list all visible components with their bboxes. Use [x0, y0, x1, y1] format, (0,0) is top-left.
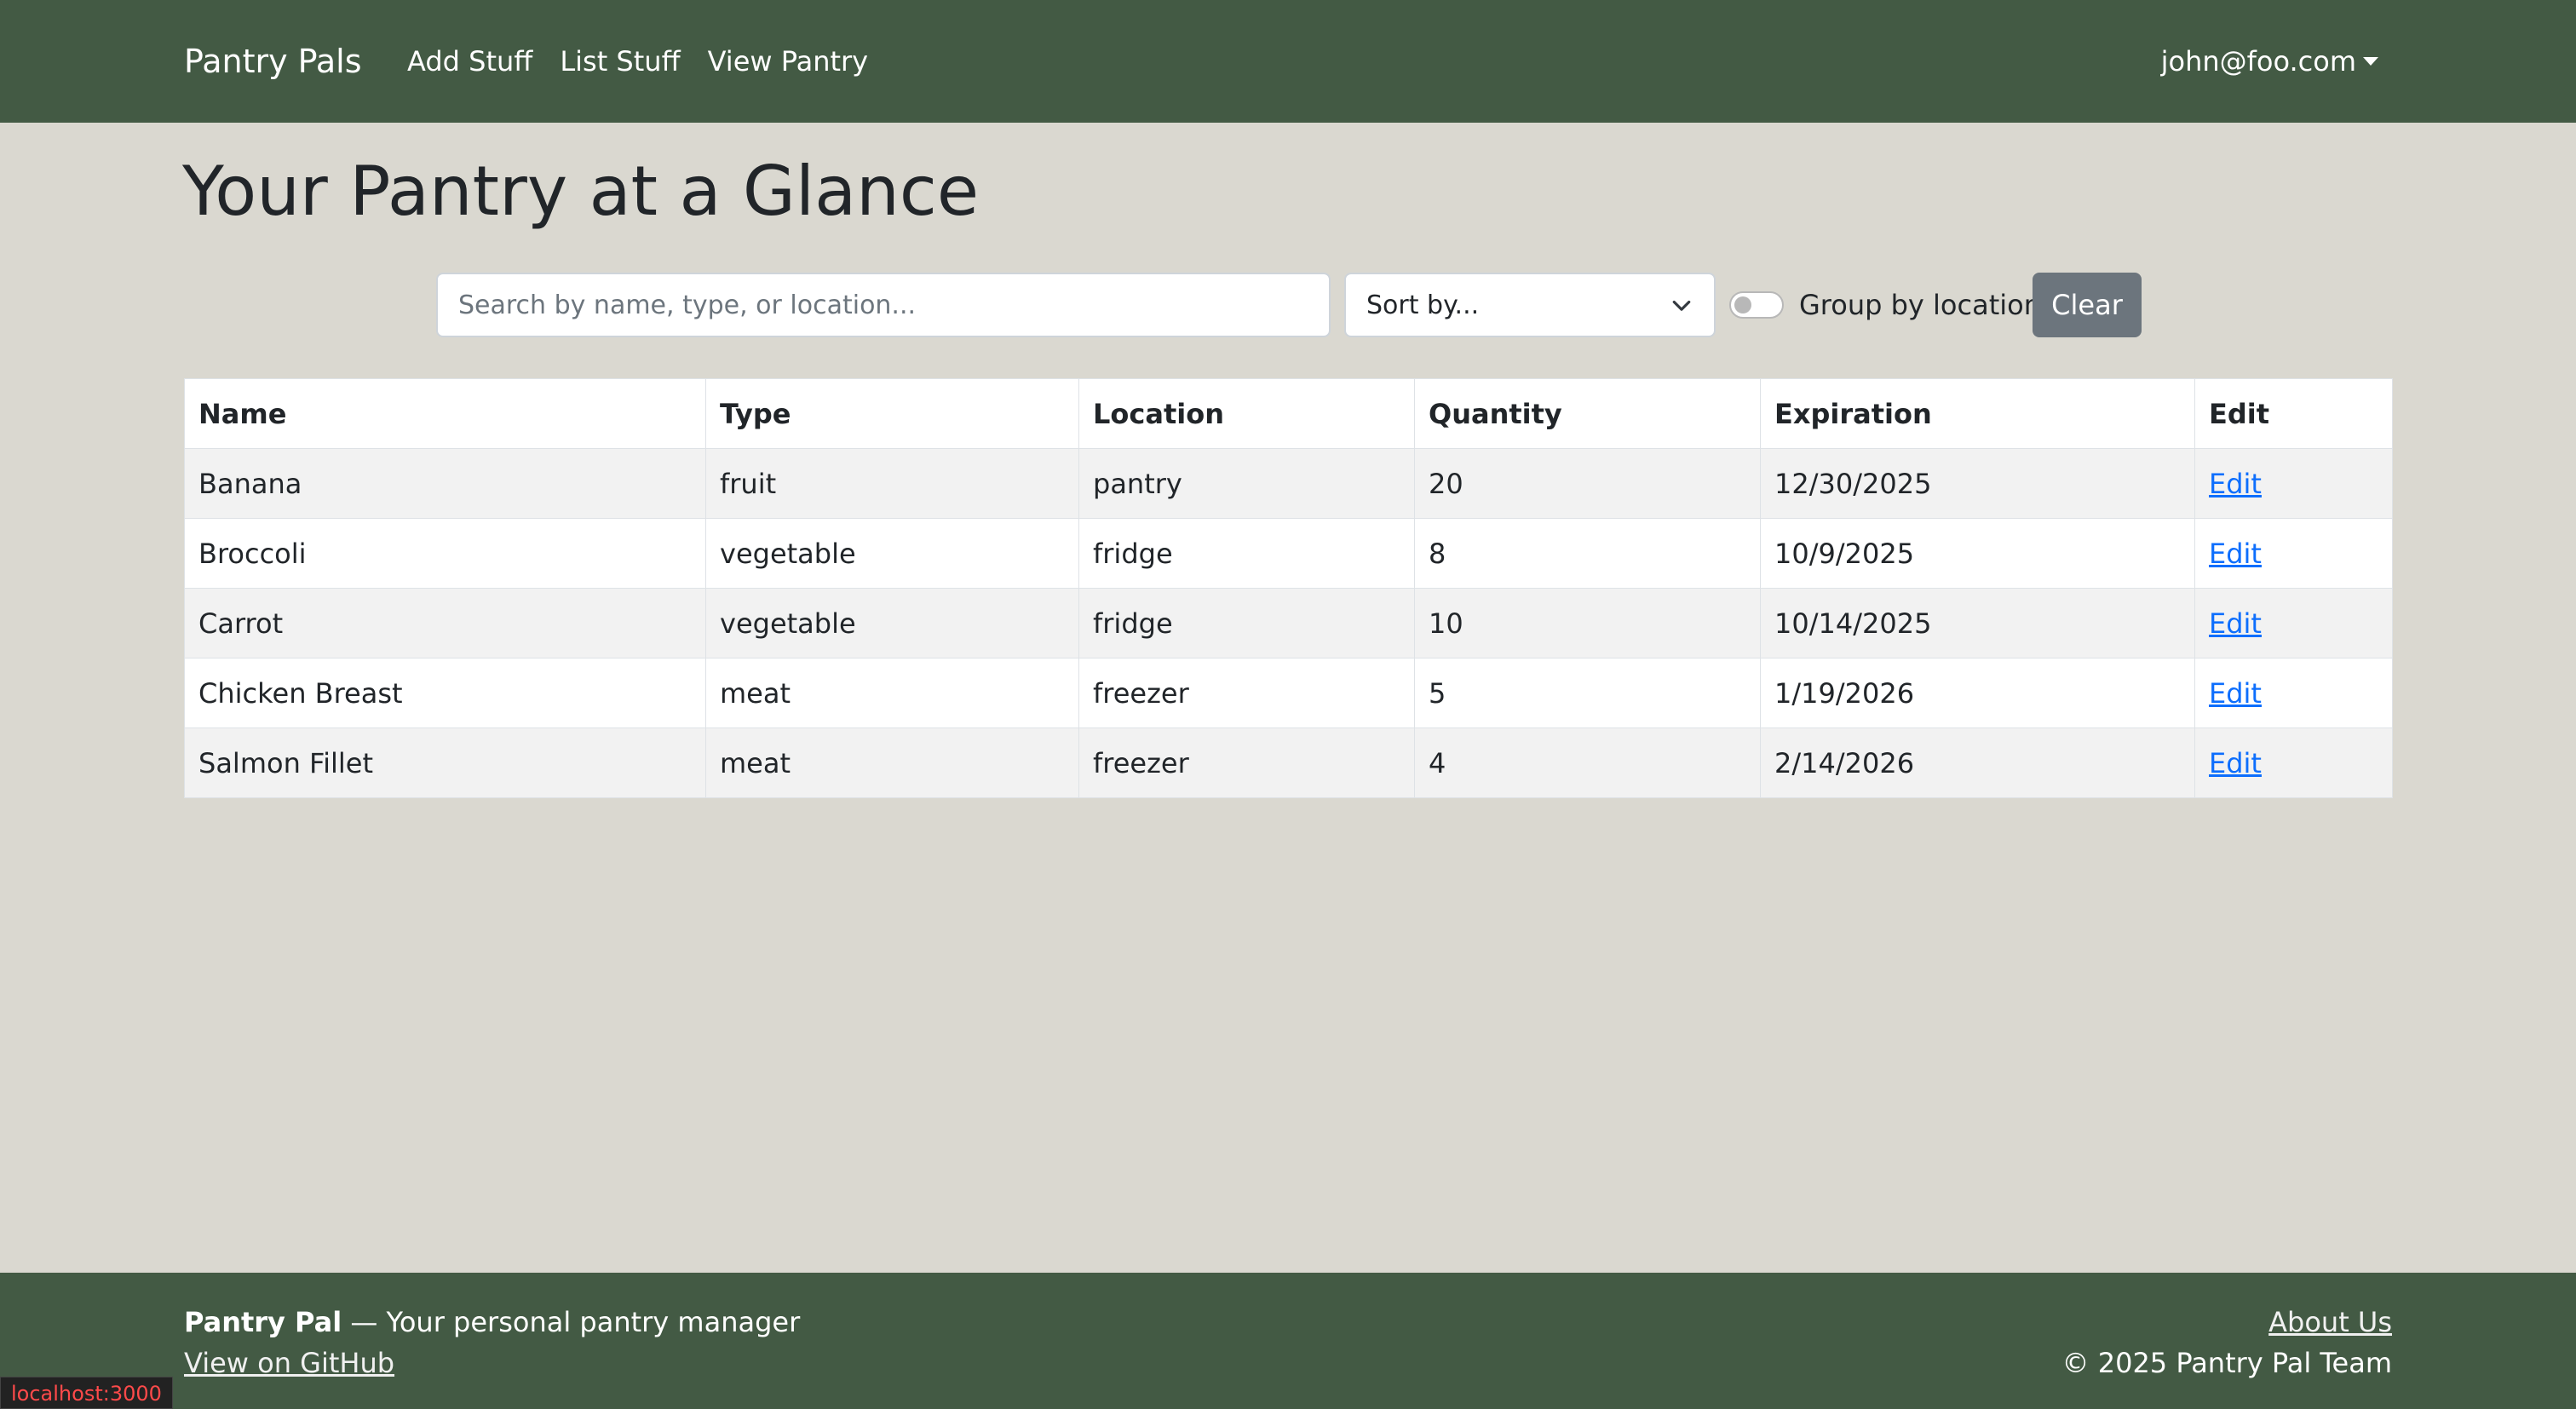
cell-location: freezer [1078, 728, 1415, 798]
cell-expiration: 12/30/2025 [1760, 448, 2195, 519]
cell-location: pantry [1078, 448, 1415, 519]
nav-view-pantry[interactable]: View Pantry [708, 41, 869, 82]
cell-quantity: 20 [1414, 448, 1761, 519]
filter-toolbar: Sort by... Group by location Clear [436, 273, 2143, 337]
dev-server-badge: localhost:3000 [0, 1377, 173, 1409]
header-edit: Edit [2194, 378, 2393, 449]
cell-quantity: 5 [1414, 658, 1761, 728]
table-row: Banana fruit pantry 20 12/30/2025 Edit [184, 448, 2393, 519]
footer-tagline-text: — Your personal pantry manager [342, 1306, 801, 1338]
cell-edit: Edit [2194, 518, 2393, 589]
header-location: Location [1078, 378, 1415, 449]
table-header-row: Name Type Location Quantity Expiration E… [184, 378, 2393, 449]
nav-list-stuff[interactable]: List Stuff [560, 41, 680, 82]
group-by-location-control: Group by location [1729, 273, 2041, 337]
cell-edit: Edit [2194, 448, 2393, 519]
github-link[interactable]: View on GitHub [184, 1343, 394, 1383]
cell-type: vegetable [705, 588, 1079, 658]
cell-type: meat [705, 728, 1079, 798]
footer-tagline: Pantry Pal — Your personal pantry manage… [184, 1302, 800, 1343]
top-navbar: Pantry Pals Add Stuff List Stuff View Pa… [0, 0, 2576, 123]
cell-expiration: 1/19/2026 [1760, 658, 2195, 728]
cell-location: fridge [1078, 518, 1415, 589]
pantry-table: Name Type Location Quantity Expiration E… [184, 378, 2393, 798]
nav-add-stuff[interactable]: Add Stuff [407, 41, 532, 82]
table-row: Carrot vegetable fridge 10 10/14/2025 Ed… [184, 588, 2393, 658]
search-input[interactable] [436, 273, 1331, 337]
cell-expiration: 10/9/2025 [1760, 518, 2195, 589]
caret-down-icon [2363, 57, 2378, 66]
edit-link[interactable]: Edit [2209, 747, 2262, 779]
header-expiration: Expiration [1760, 378, 2195, 449]
header-type: Type [705, 378, 1079, 449]
pantry-table-container: Name Type Location Quantity Expiration E… [184, 378, 2393, 798]
cell-name: Chicken Breast [184, 658, 706, 728]
clear-button[interactable]: Clear [2033, 273, 2142, 337]
footer-brand: Pantry Pal [184, 1306, 342, 1338]
table-row: Salmon Fillet meat freezer 4 2/14/2026 E… [184, 728, 2393, 798]
sort-select[interactable]: Sort by... [1344, 273, 1716, 337]
cell-name: Broccoli [184, 518, 706, 589]
cell-edit: Edit [2194, 728, 2393, 798]
cell-location: freezer [1078, 658, 1415, 728]
cell-edit: Edit [2194, 588, 2393, 658]
footer-right: About Us © 2025 Pantry Pal Team [2062, 1302, 2392, 1383]
cell-quantity: 10 [1414, 588, 1761, 658]
header-name: Name [184, 378, 706, 449]
brand-link[interactable]: Pantry Pals [184, 37, 362, 85]
cell-expiration: 10/14/2025 [1760, 588, 2195, 658]
edit-link[interactable]: Edit [2209, 538, 2262, 570]
cell-location: fridge [1078, 588, 1415, 658]
copyright-text: © 2025 Pantry Pal Team [2061, 1347, 2392, 1379]
cell-quantity: 4 [1414, 728, 1761, 798]
cell-type: fruit [705, 448, 1079, 519]
cell-name: Banana [184, 448, 706, 519]
group-by-location-toggle[interactable] [1729, 291, 1784, 319]
cell-name: Salmon Fillet [184, 728, 706, 798]
cell-expiration: 2/14/2026 [1760, 728, 2195, 798]
cell-type: vegetable [705, 518, 1079, 589]
table-row: Broccoli vegetable fridge 8 10/9/2025 Ed… [184, 518, 2393, 589]
edit-link[interactable]: Edit [2209, 677, 2262, 710]
about-us-link[interactable]: About Us [2268, 1302, 2392, 1343]
footer-left: Pantry Pal — Your personal pantry manage… [184, 1302, 800, 1383]
cell-name: Carrot [184, 588, 706, 658]
toggle-knob [1734, 296, 1751, 313]
edit-link[interactable]: Edit [2209, 468, 2262, 500]
chevron-down-icon [1672, 300, 1691, 311]
sort-select-value: Sort by... [1366, 290, 1480, 320]
user-email: john@foo.com [2160, 45, 2356, 78]
cell-edit: Edit [2194, 658, 2393, 728]
cell-quantity: 8 [1414, 518, 1761, 589]
table-row: Chicken Breast meat freezer 5 1/19/2026 … [184, 658, 2393, 728]
nav-links: Add Stuff List Stuff View Pantry [407, 41, 868, 82]
header-quantity: Quantity [1414, 378, 1761, 449]
cell-type: meat [705, 658, 1079, 728]
edit-link[interactable]: Edit [2209, 607, 2262, 640]
user-dropdown[interactable]: john@foo.com [2161, 41, 2378, 82]
page-title: Your Pantry at a Glance [182, 152, 980, 231]
footer: Pantry Pal — Your personal pantry manage… [0, 1273, 2576, 1409]
group-by-location-label[interactable]: Group by location [1799, 289, 2041, 321]
